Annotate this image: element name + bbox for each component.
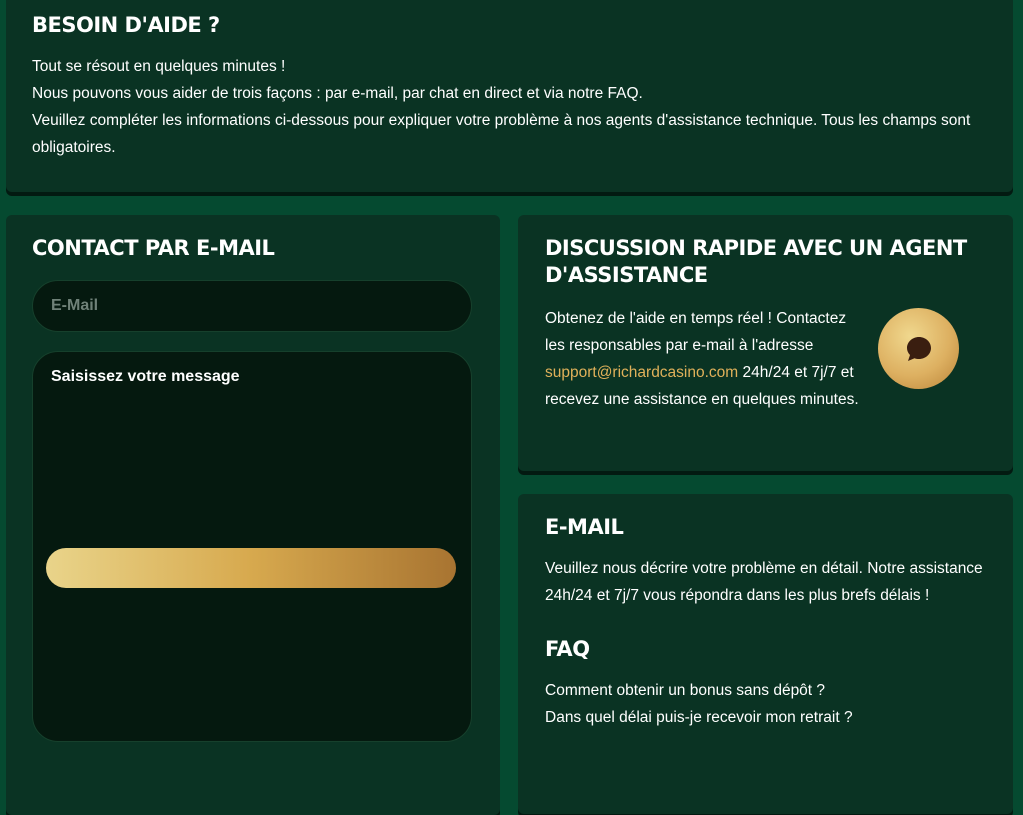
email-input[interactable] — [32, 280, 472, 332]
faq-list: Comment obtenir un bonus sans dépôt ? Da… — [545, 677, 987, 731]
open-chat-button[interactable] — [878, 308, 959, 389]
help-panel: BESOIN D'AIDE ? Tout se résout en quelqu… — [6, 0, 1013, 192]
support-email-link[interactable]: support@richardcasino.com — [545, 364, 738, 381]
faq-title: FAQ — [545, 637, 590, 661]
help-title: BESOIN D'AIDE ? — [32, 13, 220, 37]
chat-bubble-icon — [906, 336, 931, 361]
faq-item[interactable]: Comment obtenir un bonus sans dépôt ? — [545, 677, 987, 704]
help-line: Nous pouvons vous aider de trois façons … — [32, 85, 643, 102]
help-line: Tout se résout en quelques minutes ! — [32, 58, 286, 75]
faq-item[interactable]: Dans quel délai puis-je recevoir mon ret… — [545, 704, 987, 731]
message-textarea[interactable] — [32, 351, 472, 742]
help-line: Veuillez compléter les informations ci-d… — [32, 112, 971, 156]
email-faq-panel: E-MAIL Veuillez nous décrire votre probl… — [518, 494, 1013, 814]
email-title: E-MAIL — [545, 515, 624, 539]
contact-title: CONTACT PAR E-MAIL — [32, 236, 275, 260]
email-text: Veuillez nous décrire votre problème en … — [545, 560, 983, 604]
chat-text-before: Obtenez de l'aide en temps réel ! Contac… — [545, 310, 847, 354]
send-message-button[interactable] — [46, 548, 456, 588]
chat-title: DISCUSSION RAPIDE AVEC UN AGENT D'ASSIST… — [545, 236, 967, 287]
help-text: Tout se résout en quelques minutes ! Nou… — [32, 53, 987, 161]
chat-text: Obtenez de l'aide en temps réel ! Contac… — [545, 305, 865, 413]
quick-chat-panel: DISCUSSION RAPIDE AVEC UN AGENT D'ASSIST… — [518, 215, 1013, 471]
contact-email-panel: CONTACT PAR E-MAIL — [6, 215, 500, 815]
